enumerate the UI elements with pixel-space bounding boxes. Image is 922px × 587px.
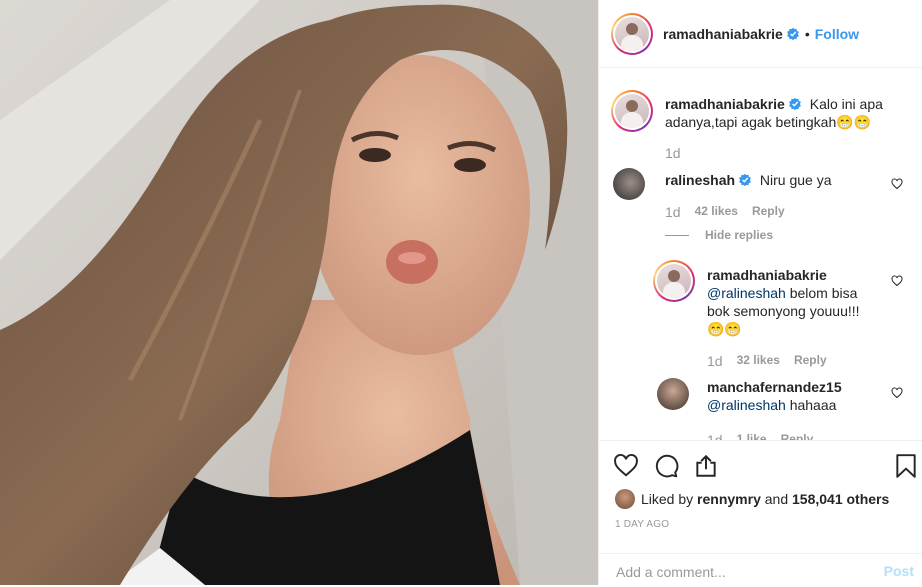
comment-username[interactable]: ralineshah [665,172,735,188]
reply-reply-button[interactable]: Reply [781,432,814,440]
reply-item: ramadhaniabakrie @ralineshah belom bisa … [653,260,913,370]
caption-time[interactable]: 1d [665,145,681,161]
liked-by-user[interactable]: rennymry [697,491,761,507]
caption-avatar[interactable] [611,90,653,132]
reply-username[interactable]: manchafernandez15 [707,379,842,395]
author-username[interactable]: ramadhaniabakrie [663,26,783,42]
liked-by-and: and [764,491,789,507]
caption-username[interactable]: ramadhaniabakrie [665,96,785,112]
reply-mention[interactable]: @ralineshah [707,285,786,301]
comment-item: ralineshah Niru gue ya 1d 42 likes Reply… [613,168,913,248]
comment-likes-count[interactable]: 42 likes [695,204,738,220]
comment-reply-button[interactable]: Reply [752,204,785,220]
commenter-avatar[interactable] [613,168,645,200]
reply-likes-count[interactable]: 1 like [737,432,767,440]
liker-avatar[interactable] [615,489,635,509]
post-details-panel: ramadhaniabakrie • Follow ramadhaniabakr… [598,0,922,585]
hide-replies-button[interactable]: Hide replies [705,228,773,242]
comment-input[interactable] [614,563,868,581]
reply-like-heart-icon[interactable] [891,275,903,287]
post-time-ago[interactable]: 1 DAY AGO [615,519,669,530]
comment-text: Niru gue ya [759,172,832,188]
comment-icon[interactable] [653,453,679,479]
author-avatar[interactable] [611,12,653,55]
separator-dot: • [804,25,810,42]
comment-time[interactable]: 1d [665,204,681,220]
reply-username[interactable]: ramadhaniabakrie [707,267,827,283]
reply-reply-button[interactable]: Reply [794,353,827,369]
verified-badge-icon [739,173,751,187]
reply-text: hahaaa [789,397,837,413]
post-photo[interactable] [0,0,598,585]
likes-summary: Liked by rennymry and 158,041 others [615,489,889,509]
reply-mention[interactable]: @ralineshah [707,397,786,413]
reply-item: manchafernandez15 @ralineshah hahaaa 1d … [657,376,913,440]
verified-badge-icon [788,97,801,111]
post-actions-section: Liked by rennymry and 158,041 others 1 D… [599,440,922,586]
share-icon[interactable] [693,453,719,479]
bookmark-icon[interactable] [893,453,919,479]
add-comment-bar: Post [599,553,922,587]
selfie-image [0,0,598,585]
reply-avatar[interactable] [657,378,689,410]
reply-time[interactable]: 1d [707,353,723,369]
post-header: ramadhaniabakrie • Follow [599,0,922,68]
reply-like-heart-icon[interactable] [891,387,903,399]
reply-likes-count[interactable]: 32 likes [737,353,780,369]
comment-like-heart-icon[interactable] [891,178,903,190]
hide-replies-line [665,234,689,236]
instagram-post-page: ramadhaniabakrie • Follow ramadhaniabakr… [0,0,922,585]
post-comment-button[interactable]: Post [884,563,914,579]
likes-others-count[interactable]: 158,041 others [792,491,889,507]
liked-by-prefix: Liked by [641,491,694,507]
comments-list[interactable]: ramadhaniabakrie Kalo ini apa adanya,tap… [599,68,922,440]
reply-time[interactable]: 1d [707,432,723,440]
heart-icon[interactable] [613,453,639,479]
reply-avatar[interactable] [653,260,695,302]
verified-badge-icon [786,27,799,40]
follow-button[interactable]: Follow [815,26,859,42]
